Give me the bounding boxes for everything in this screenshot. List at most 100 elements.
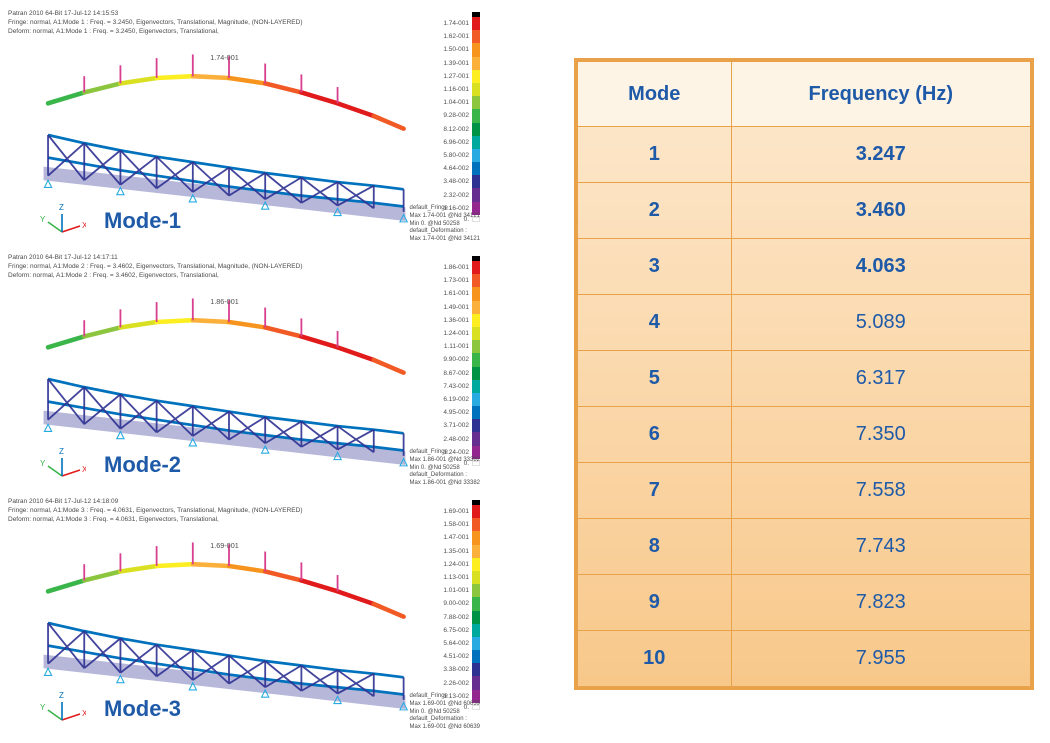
legend-swatch bbox=[472, 261, 480, 274]
patran-caption: Patran 2010 64-Bit 17-Jul-12 14:15:53 Fr… bbox=[8, 10, 303, 36]
legend-value: 1.69-001 bbox=[443, 508, 472, 515]
legend-value: 1.50-001 bbox=[443, 46, 472, 53]
fringe-legend: 1.74-0011.62-0011.50-0011.39-0011.27-001… bbox=[443, 12, 480, 225]
legend-swatch bbox=[472, 419, 480, 432]
freq-cell: 5.089 bbox=[731, 295, 1032, 351]
legend-swatch bbox=[472, 406, 480, 419]
mode-cell: 9 bbox=[576, 575, 731, 631]
legend-value: 1.86-001 bbox=[443, 264, 472, 271]
legend-swatch bbox=[472, 43, 480, 56]
mode-cell: 1 bbox=[576, 127, 731, 183]
freq-cell: 4.063 bbox=[731, 239, 1032, 295]
result-footer: default_Fringe : Max 1.69-001 @Nd 60639 … bbox=[410, 693, 480, 732]
mode-label-1: Mode-1 bbox=[104, 208, 181, 234]
mode-cell: 8 bbox=[576, 519, 731, 575]
table-header-freq: Frequency (Hz) bbox=[731, 60, 1032, 127]
legend-swatch bbox=[472, 136, 480, 149]
freq-cell: 7.955 bbox=[731, 631, 1032, 689]
legend-swatch bbox=[472, 57, 480, 70]
table-row: 107.955 bbox=[576, 631, 1032, 689]
legend-value: 1.58-001 bbox=[443, 521, 472, 528]
legend-value: 8.67-002 bbox=[443, 370, 472, 377]
legend-value: 1.61-001 bbox=[443, 290, 472, 297]
mode-shape-column: Patran 2010 64-Bit 17-Jul-12 14:15:53 Fr… bbox=[4, 8, 484, 743]
table-row: 56.317 bbox=[576, 351, 1032, 407]
table-row: 67.350 bbox=[576, 407, 1032, 463]
legend-swatch bbox=[472, 301, 480, 314]
mode-panel-2: Patran 2010 64-Bit 17-Jul-12 14:17:11 Fr… bbox=[4, 252, 484, 492]
legend-swatch bbox=[472, 624, 480, 637]
legend-value: 7.43-002 bbox=[443, 383, 472, 390]
table-row: 34.063 bbox=[576, 239, 1032, 295]
legend-value: 6.75-002 bbox=[443, 627, 472, 634]
legend-swatch bbox=[472, 314, 480, 327]
legend-swatch bbox=[472, 96, 480, 109]
axis-triad-icon bbox=[40, 690, 86, 724]
mode-cell: 3 bbox=[576, 239, 731, 295]
freq-cell: 3.247 bbox=[731, 127, 1032, 183]
legend-swatch bbox=[472, 367, 480, 380]
legend-value: 3.48-002 bbox=[443, 178, 472, 185]
mode-label-3: Mode-3 bbox=[104, 696, 181, 722]
legend-swatch bbox=[472, 611, 480, 624]
mode-cell: 5 bbox=[576, 351, 731, 407]
legend-value: 1.36-001 bbox=[443, 317, 472, 324]
legend-swatch bbox=[472, 83, 480, 96]
legend-value: 1.13-001 bbox=[443, 574, 472, 581]
legend-value: 4.95-002 bbox=[443, 409, 472, 416]
mode-cell: 4 bbox=[576, 295, 731, 351]
legend-swatch bbox=[472, 393, 480, 406]
svg-text:1.74-001: 1.74-001 bbox=[210, 53, 239, 62]
axis-triad-icon bbox=[40, 202, 86, 236]
legend-value: 2.26-002 bbox=[443, 680, 472, 687]
legend-value: 1.04-001 bbox=[443, 99, 472, 106]
legend-swatch bbox=[472, 149, 480, 162]
legend-value: 5.80-002 bbox=[443, 152, 472, 159]
legend-value: 1.47-001 bbox=[443, 534, 472, 541]
table-row: 13.247 bbox=[576, 127, 1032, 183]
mode-cell: 2 bbox=[576, 183, 731, 239]
legend-value: 1.24-001 bbox=[443, 561, 472, 568]
table-row: 77.558 bbox=[576, 463, 1032, 519]
legend-swatch bbox=[472, 432, 480, 445]
legend-value: 9.00-002 bbox=[443, 600, 472, 607]
legend-value: 1.49-001 bbox=[443, 304, 472, 311]
fringe-legend: 1.69-0011.58-0011.47-0011.35-0011.24-001… bbox=[443, 500, 480, 713]
legend-swatch bbox=[472, 663, 480, 676]
legend-value: 8.12-002 bbox=[443, 126, 472, 133]
patran-caption: Patran 2010 64-Bit 17-Jul-12 14:18:09 Fr… bbox=[8, 498, 303, 524]
freq-cell: 6.317 bbox=[731, 351, 1032, 407]
mode-label-2: Mode-2 bbox=[104, 452, 181, 478]
legend-value: 7.88-002 bbox=[443, 614, 472, 621]
legend-value: 4.51-002 bbox=[443, 653, 472, 660]
table-header-mode: Mode bbox=[576, 60, 731, 127]
legend-swatch bbox=[472, 70, 480, 83]
freq-cell: 7.558 bbox=[731, 463, 1032, 519]
svg-text:1.86-001: 1.86-001 bbox=[210, 297, 239, 306]
mode-panel-1: Patran 2010 64-Bit 17-Jul-12 14:15:53 Fr… bbox=[4, 8, 484, 248]
legend-value: 3.71-002 bbox=[443, 422, 472, 429]
legend-value: 1.62-001 bbox=[443, 33, 472, 40]
patran-caption: Patran 2010 64-Bit 17-Jul-12 14:17:11 Fr… bbox=[8, 254, 303, 280]
table-row: 45.089 bbox=[576, 295, 1032, 351]
legend-value: 6.96-002 bbox=[443, 139, 472, 146]
freq-cell: 3.460 bbox=[731, 183, 1032, 239]
legend-swatch bbox=[472, 340, 480, 353]
legend-value: 1.39-001 bbox=[443, 60, 472, 67]
legend-swatch bbox=[472, 327, 480, 340]
legend-swatch bbox=[472, 558, 480, 571]
result-footer: default_Fringe : Max 1.74-001 @Nd 34121 … bbox=[410, 205, 480, 244]
frequency-table: Mode Frequency (Hz) 13.24723.46034.06345… bbox=[574, 58, 1034, 690]
legend-value: 9.90-002 bbox=[443, 356, 472, 363]
legend-swatch bbox=[472, 353, 480, 366]
legend-swatch bbox=[472, 676, 480, 689]
frequency-table-body: 13.24723.46034.06345.08956.31767.35077.5… bbox=[576, 127, 1032, 689]
mode-cell: 10 bbox=[576, 631, 731, 689]
mode-cell: 7 bbox=[576, 463, 731, 519]
result-footer: default_Fringe : Max 1.86-001 @Nd 33382 … bbox=[410, 449, 480, 488]
table-row: 97.823 bbox=[576, 575, 1032, 631]
legend-swatch bbox=[472, 380, 480, 393]
freq-cell: 7.743 bbox=[731, 519, 1032, 575]
legend-swatch bbox=[472, 531, 480, 544]
legend-swatch bbox=[472, 30, 480, 43]
